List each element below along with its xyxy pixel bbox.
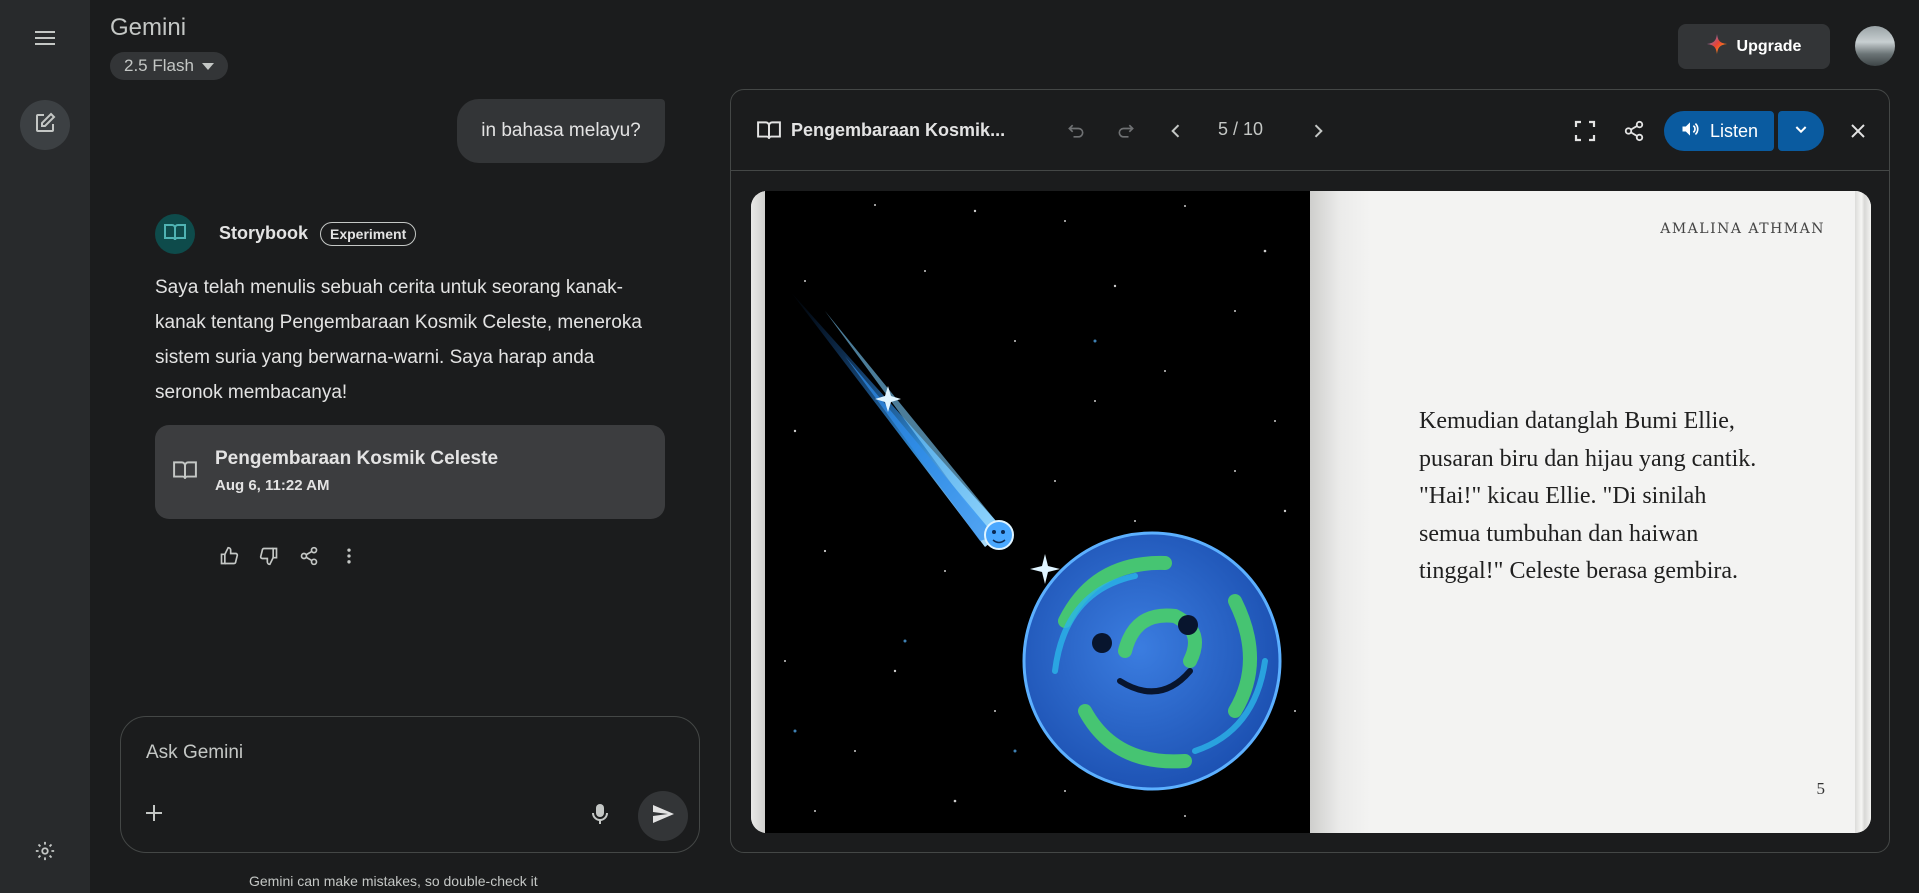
story-card-date: Aug 6, 11:22 AM xyxy=(215,477,330,494)
upgrade-label: Upgrade xyxy=(1736,37,1802,55)
app-root: Gemini 2.5 Flash Upgrade in bahasa melay… xyxy=(0,0,1919,893)
plus-icon[interactable] xyxy=(143,802,165,829)
listen-options-button[interactable] xyxy=(1778,111,1824,151)
prompt-placeholder[interactable]: Ask Gemini xyxy=(146,742,243,764)
sparkle-icon xyxy=(1706,34,1727,59)
viewer-title: Pengembaraan Kosmik... xyxy=(791,120,1006,140)
model-selector[interactable]: 2.5 Flash xyxy=(110,52,228,80)
space-illustration xyxy=(765,191,1310,833)
assistant-reply: Saya telah menulis sebuah cerita untuk s… xyxy=(155,277,642,403)
more-icon[interactable] xyxy=(338,545,360,567)
prompt-input-box[interactable]: Ask Gemini xyxy=(120,716,700,853)
book-left-edge xyxy=(751,191,765,833)
model-label: 2.5 Flash xyxy=(124,56,194,75)
story-text: Kemudian datanglah Bumi Ellie, pusaran b… xyxy=(1419,408,1757,584)
thumbs-up-icon[interactable] xyxy=(218,545,240,567)
page-indicator: 5 / 10 xyxy=(1218,119,1264,139)
caret-down-icon xyxy=(201,62,214,70)
book-icon xyxy=(164,223,186,246)
upgrade-button[interactable]: Upgrade xyxy=(1678,24,1830,69)
menu-icon xyxy=(35,30,55,51)
send-button[interactable] xyxy=(638,791,688,841)
disclaimer-text: Gemini can make mistakes, so double-chec… xyxy=(249,873,538,889)
settings-icon xyxy=(34,840,56,867)
thumbs-down-icon[interactable] xyxy=(258,545,280,567)
fullscreen-icon[interactable] xyxy=(1572,118,1598,144)
settings-button[interactable] xyxy=(20,828,70,878)
author-name: AMALINA ATHMAN xyxy=(1660,221,1825,237)
story-card-title: Pengembaraan Kosmik Celeste xyxy=(215,448,499,469)
page-number: 5 xyxy=(1816,779,1826,798)
redo-icon[interactable] xyxy=(1113,118,1139,144)
chevron-down-icon xyxy=(1793,121,1809,142)
undo-icon[interactable] xyxy=(1063,118,1089,144)
send-icon xyxy=(651,802,675,831)
chevron-left-icon[interactable] xyxy=(1163,118,1189,144)
edit-icon xyxy=(34,112,56,139)
chevron-right-icon[interactable] xyxy=(1305,118,1331,144)
share-icon[interactable] xyxy=(1621,118,1647,144)
response-actions xyxy=(218,545,360,567)
new-chat-button[interactable] xyxy=(20,100,70,150)
storybook-avatar xyxy=(155,214,195,254)
agent-name: Storybook xyxy=(219,223,309,243)
listen-label: Listen xyxy=(1709,120,1759,141)
close-icon[interactable] xyxy=(1845,118,1871,144)
brand-title[interactable]: Gemini xyxy=(110,14,186,42)
side-rail xyxy=(0,0,90,893)
share-icon[interactable] xyxy=(298,545,320,567)
avatar[interactable] xyxy=(1855,26,1895,66)
illustration-page xyxy=(765,191,1310,833)
storybook-spread: AMALINA ATHMAN Kemudian datanglah Bumi E… xyxy=(751,191,1871,833)
volume-icon xyxy=(1680,119,1700,144)
menu-button[interactable] xyxy=(20,15,70,65)
story-card[interactable]: Pengembaraan Kosmik Celeste Aug 6, 11:22… xyxy=(155,425,665,519)
story-viewer-panel: Pengembaraan Kosmik... 5 / 10 Listen AMA… xyxy=(730,89,1890,853)
book-right-edge xyxy=(1855,191,1871,833)
user-message: in bahasa melayu? xyxy=(457,99,665,163)
text-page: AMALINA ATHMAN Kemudian datanglah Bumi E… xyxy=(1310,191,1855,833)
viewer-toolbar: Pengembaraan Kosmik... 5 / 10 Listen xyxy=(731,90,1889,171)
mic-icon[interactable] xyxy=(590,803,610,830)
book-icon xyxy=(173,460,197,485)
experiment-badge: Experiment xyxy=(320,222,417,246)
book-icon xyxy=(757,120,781,145)
listen-button[interactable]: Listen xyxy=(1664,111,1774,151)
